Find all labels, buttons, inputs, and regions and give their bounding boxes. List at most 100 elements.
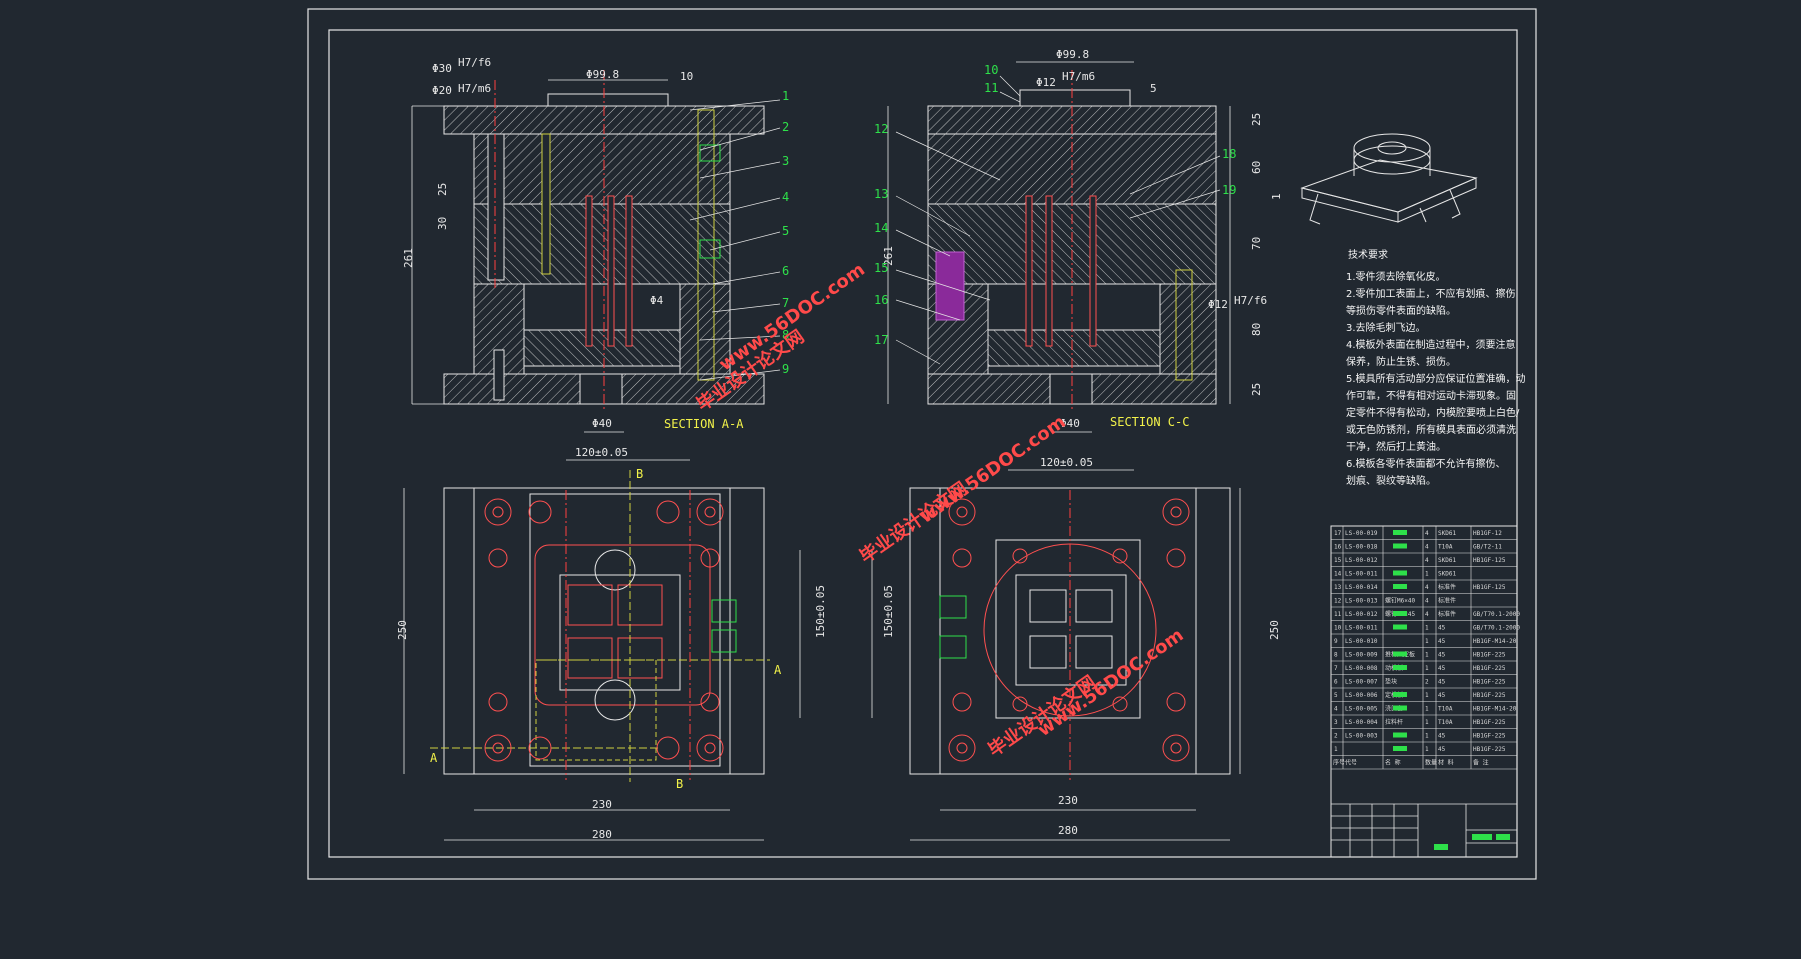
- bom-cell: 45: [1438, 692, 1446, 699]
- bom-row-index: 17: [1334, 530, 1342, 537]
- bom-cell: HB1GF-12: [1473, 530, 1502, 537]
- requirement-line: 3.去除毛刺飞边。: [1346, 321, 1426, 334]
- bom-cell: HB1GF-225: [1473, 733, 1506, 740]
- bom-cell: 1: [1425, 692, 1429, 699]
- pr-dim-top: 120±0.05: [1040, 456, 1093, 469]
- cc-callout-10: 10: [984, 63, 998, 77]
- bom-highlight: [1393, 584, 1407, 589]
- bom-cell: HB1GF-125: [1473, 557, 1506, 564]
- bom-row-index: 15: [1334, 557, 1342, 564]
- bom-cell: T10A: [1438, 719, 1453, 726]
- cc-dim-d12b: Φ12: [1208, 298, 1228, 311]
- cc-callout-17: 17: [874, 333, 888, 347]
- bom-cell: HB1GF-M14-20: [1473, 638, 1517, 645]
- bom-cell: 4: [1425, 584, 1429, 591]
- bom-cell: 1: [1425, 625, 1429, 632]
- bom-cell: LS-00-011: [1345, 625, 1378, 632]
- bom-row-index: 14: [1334, 571, 1342, 578]
- bom-row-index: 7: [1334, 665, 1338, 672]
- requirements-heading: 技术要求: [1348, 248, 1388, 261]
- cc-dim-h25a: 25: [1250, 113, 1263, 126]
- bom-row-index: 10: [1334, 625, 1342, 632]
- bom-highlight: [1393, 746, 1407, 751]
- bom-cell: 垫块: [1385, 678, 1397, 686]
- bom-cell: 1: [1425, 733, 1429, 740]
- bom-cell: 标准件: [1438, 610, 1456, 618]
- aa-callout-3: 3: [782, 154, 789, 168]
- cc-dim-h60: 60: [1250, 161, 1263, 174]
- bom-cell: T10A: [1438, 544, 1453, 551]
- watermark-text: www.56DOC.com: [715, 259, 869, 375]
- bom-cell: SKD61: [1438, 530, 1456, 537]
- bom-row-index: 8: [1334, 652, 1338, 659]
- cc-callout-12: 12: [874, 122, 888, 136]
- requirement-line: 作可靠，不得有相对运动卡滞现象。固: [1346, 389, 1516, 402]
- section-aa-view: [411, 70, 765, 433]
- requirement-line: 干净，然后打上黄油。: [1346, 440, 1446, 453]
- bom-highlight: [1393, 611, 1407, 616]
- bom-cell: LS-00-010: [1345, 638, 1378, 645]
- requirement-line: 保养，防止生锈、损伤。: [1346, 355, 1456, 368]
- bom-row-index: 1: [1334, 746, 1338, 753]
- bom-cell: 4: [1425, 598, 1429, 605]
- bom-highlight: [1393, 530, 1407, 535]
- bom-highlight: [1393, 651, 1407, 657]
- watermark-text: www.56DOC.com: [1034, 625, 1188, 741]
- bom-cell: 1: [1425, 571, 1429, 578]
- bom-header-cell: 名 称: [1385, 759, 1401, 767]
- pl-marker-b-top: B: [636, 467, 643, 481]
- bom-row-index: 16: [1334, 544, 1342, 551]
- bom-cell: LS-00-012: [1345, 611, 1378, 618]
- aa-callout-2: 2: [782, 120, 789, 134]
- pr-dim-height: 250: [1268, 620, 1281, 640]
- aa-callout-9: 9: [782, 362, 789, 376]
- pl-dim-outer-w: 280: [592, 828, 612, 841]
- drawing-canvas: Φ30 Φ20 H7/f6 H7/m6 Φ99.8 10 261 25 30 Φ…: [307, 8, 1537, 880]
- bom-cell: LS-00-008: [1345, 665, 1378, 672]
- bom-cell: LS-00-003: [1345, 733, 1378, 740]
- requirement-line: 等损伤零件表面的缺陷。: [1346, 304, 1456, 317]
- aa-title: SECTION A-A: [664, 417, 744, 431]
- cc-dim-fit: H7/m6: [1062, 70, 1095, 83]
- aa-dim-h25: 25: [436, 183, 449, 196]
- aa-callout-1: 1: [782, 89, 789, 103]
- bom-cell: HB1GF-225: [1473, 692, 1506, 699]
- bom-highlight: [1393, 665, 1407, 670]
- cc-dim-d12: Φ12: [1036, 76, 1056, 89]
- requirement-line: 2.零件加工表面上，不应有划痕、擦伤: [1346, 287, 1516, 300]
- pl-dim-top: 120±0.05: [575, 446, 628, 459]
- bom-cell: LS-00-009: [1345, 652, 1378, 659]
- bom-cell: 1: [1425, 638, 1429, 645]
- bom-cell: LS-00-005: [1345, 706, 1378, 713]
- pr-dim-inner-w: 230: [1058, 794, 1078, 807]
- part-isometric-sketch: [1300, 133, 1478, 225]
- aa-callout-4: 4: [782, 190, 789, 204]
- bom-table: 17 LS-00-019 4 SKD61 HB1GF-1216 LS-00-018 4 T10…: [1330, 525, 1520, 858]
- bom-header-cell: 备 注: [1473, 759, 1489, 767]
- aa-dim-height: 261: [402, 248, 415, 268]
- pl-marker-a-right: A: [774, 663, 782, 677]
- pl-dim-height: 250: [396, 620, 409, 640]
- bom-row-index: 12: [1334, 598, 1342, 605]
- bom-cell: LS-00-011: [1345, 571, 1378, 578]
- cc-callout-16: 16: [874, 293, 888, 307]
- bom-highlight: [1393, 732, 1407, 738]
- bom-cell: HB1GF-M14-20: [1473, 706, 1517, 713]
- bom-cell: 1: [1425, 706, 1429, 713]
- bom-cell: 45: [1438, 652, 1446, 659]
- bom-cell: GB/T2-11: [1473, 544, 1502, 551]
- bom-row-index: 3: [1334, 719, 1338, 726]
- bom-cell: 45: [1438, 679, 1446, 686]
- requirement-line: 4.模板外表面在制造过程中，须要注意: [1346, 338, 1516, 351]
- bom-cell: HB1GF-225: [1473, 746, 1506, 753]
- bom-cell: LS-00-013: [1345, 598, 1378, 605]
- cc-callout-14: 14: [874, 221, 888, 235]
- watermark-text: www.56DOC.com: [916, 411, 1070, 527]
- aa-dim-h30: 30: [436, 217, 449, 230]
- requirement-line: 6.模板各零件表面都不允许有擦伤、: [1346, 457, 1506, 470]
- bom-cell: LS-00-018: [1345, 544, 1378, 551]
- pl-dim-inner-w: 230: [592, 798, 612, 811]
- bom-cell: 45: [1438, 733, 1446, 740]
- bom-cell: LS-00-019: [1345, 530, 1378, 537]
- bom-cell: HB1GF-225: [1473, 679, 1506, 686]
